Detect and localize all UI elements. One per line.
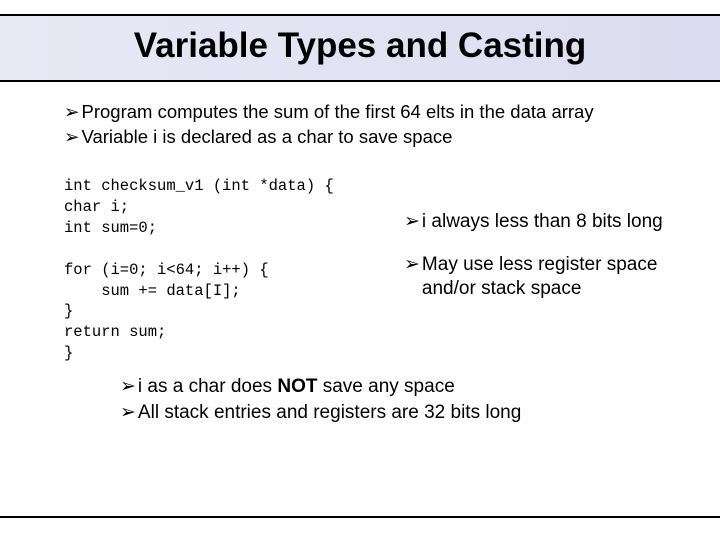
intro-bullet-2: ➢ Variable i is declared as a char to sa… <box>64 125 680 150</box>
bottom-bullets: ➢ i as a char does NOT save any space ➢ … <box>120 374 680 425</box>
bottom-text-1-pre: i as a char does <box>138 376 277 397</box>
right-bullet-2: ➢ May use less register space and/or sta… <box>404 253 680 302</box>
right-text-2: May use less register space and/or stack… <box>422 253 680 302</box>
code-block: int checksum_v1 (int *data) { char i; in… <box>64 176 384 364</box>
right-text-1: i always less than 8 bits long <box>422 210 663 235</box>
slide: Variable Types and Casting ➢ Program com… <box>0 14 720 554</box>
intro-bullet-1: ➢ Program computes the sum of the first … <box>64 100 680 125</box>
title-band: Variable Types and Casting <box>0 14 720 82</box>
arrow-icon: ➢ <box>404 210 420 235</box>
two-column-area: int checksum_v1 (int *data) { char i; in… <box>64 176 680 364</box>
arrow-icon: ➢ <box>120 374 136 400</box>
arrow-icon: ➢ <box>404 253 420 278</box>
bottom-text-2: All stack entries and registers are 32 b… <box>138 400 521 426</box>
slide-title: Variable Types and Casting <box>0 26 720 66</box>
right-bullet-1: ➢ i always less than 8 bits long <box>404 210 680 235</box>
arrow-icon: ➢ <box>64 100 80 125</box>
bottom-text-1-post: save any space <box>317 376 454 397</box>
code-column: int checksum_v1 (int *data) { char i; in… <box>64 176 384 364</box>
bottom-bullet-2: ➢ All stack entries and registers are 32… <box>120 400 680 426</box>
content-area: ➢ Program computes the sum of the first … <box>0 82 720 426</box>
bottom-text-1: i as a char does NOT save any space <box>138 374 455 400</box>
intro-text-1: Program computes the sum of the first 64… <box>82 100 594 125</box>
right-column: ➢ i always less than 8 bits long ➢ May u… <box>404 176 680 364</box>
intro-text-2: Variable i is declared as a char to save… <box>82 125 453 150</box>
bottom-text-1-strong: NOT <box>277 376 317 397</box>
arrow-icon: ➢ <box>64 125 80 150</box>
bottom-bullet-1: ➢ i as a char does NOT save any space <box>120 374 680 400</box>
arrow-icon: ➢ <box>120 400 136 426</box>
bottom-divider <box>0 516 720 518</box>
